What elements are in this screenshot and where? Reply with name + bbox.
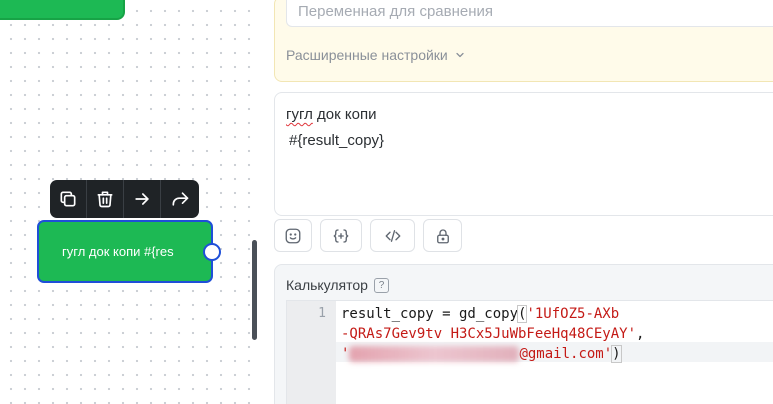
lock-button[interactable]: [423, 219, 462, 252]
copy-icon: [60, 191, 76, 207]
help-icon[interactable]: ?: [373, 277, 389, 293]
delete-node-button[interactable]: [87, 180, 124, 218]
flow-node-partial[interactable]: [0, 0, 125, 20]
connect-node-button[interactable]: [124, 180, 161, 218]
code-editor[interactable]: 1 result_copy = gd_copy('1UfOZ5-AXb -QRA…: [286, 300, 773, 404]
panel-resize-handle[interactable]: [252, 240, 257, 340]
emoji-icon: [285, 228, 301, 243]
lock-icon: [436, 228, 449, 243]
message-line-1: гугл док копи: [286, 105, 773, 125]
code-token: result_copy = gd_copy: [341, 306, 519, 322]
node-toolbar: [50, 180, 199, 218]
message-line-2: #{result_copy}: [289, 132, 385, 149]
calculator-card: Калькулятор ? 1 result_copy = gd_copy('1…: [274, 264, 773, 404]
code-string: -QRAs7Gev9tv H3Cx5JuWbFeeHq48CEyAY': [341, 326, 637, 342]
insert-variable-button[interactable]: [320, 219, 362, 252]
trash-icon: [97, 191, 113, 208]
flow-node-selected[interactable]: гугл док копи #{res: [37, 220, 221, 283]
variable-braces-icon: [333, 228, 349, 243]
code-token: ,: [636, 326, 645, 342]
node-output-port[interactable]: [203, 243, 221, 261]
emoji-button[interactable]: [274, 219, 312, 252]
flow-canvas[interactable]: гугл док копи #{res: [0, 0, 258, 404]
redacted-email: [349, 346, 520, 362]
share-icon: [172, 192, 188, 206]
misspelled-word: гугл: [286, 106, 313, 123]
message-text-editor[interactable]: гугл док копи #{result_copy}: [274, 92, 773, 216]
line-gutter: 1: [287, 301, 336, 404]
node-label: гугл док копи #{res: [62, 244, 174, 259]
comparison-variable-input[interactable]: [286, 0, 773, 27]
code-string: @gmail.com': [519, 346, 613, 362]
arrow-right-icon: [135, 193, 149, 205]
advanced-settings-toggle[interactable]: Расширенные настройки: [286, 47, 466, 63]
share-node-button[interactable]: [161, 180, 198, 218]
copy-node-button[interactable]: [50, 180, 87, 218]
line-number: 1: [318, 306, 326, 321]
insert-code-button[interactable]: [370, 219, 415, 252]
code-icon: [385, 229, 400, 242]
code-bracket: ): [611, 345, 622, 363]
calculator-title: Калькулятор: [286, 277, 368, 293]
code-string: '1UfOZ5-AXb: [526, 306, 620, 322]
message-tools: [274, 219, 462, 252]
condition-card: Расширенные настройки: [274, 0, 773, 82]
message-line-1-rest: док копи: [312, 106, 377, 123]
calculator-header: Калькулятор ?: [286, 277, 389, 293]
chevron-down-icon: [456, 52, 464, 58]
advanced-settings-label: Расширенные настройки: [286, 47, 448, 63]
code-string: ': [341, 346, 350, 362]
code-content[interactable]: result_copy = gd_copy('1UfOZ5-AXb -QRAs7…: [341, 304, 644, 364]
settings-panel: Расширенные настройки гугл док копи #{re…: [258, 0, 773, 404]
